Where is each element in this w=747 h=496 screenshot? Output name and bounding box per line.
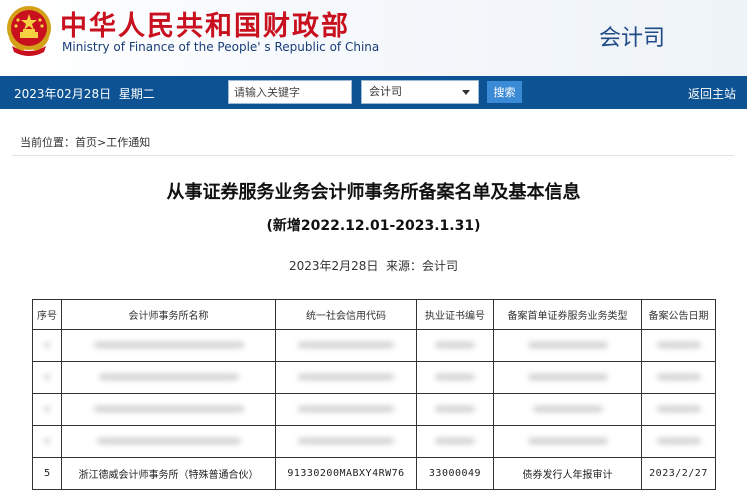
table-row-obscured: [32, 361, 716, 394]
article-title: 从事证券服务业务会计师事务所备案名单及基本信息: [166, 182, 581, 203]
obscured-cell: [641, 329, 716, 362]
search-button[interactable]: 搜索: [487, 81, 522, 103]
obscured-cell: [61, 361, 276, 394]
obscured-cell: [61, 425, 276, 458]
article-meta: 2023年2月28日 来源：会计司: [0, 257, 747, 274]
announcement-date: 2023/2/27: [641, 457, 716, 490]
date-text: 2023年02月28日: [14, 87, 112, 101]
weekday-text: 星期二: [118, 87, 155, 101]
site-title-en: Ministry of Finance of the People' s Rep…: [62, 40, 380, 54]
column-header: 备案公告日期: [641, 299, 716, 330]
top-nav-bar: 2023年02月28日 星期二 会计司 搜索 返回主站: [0, 76, 747, 109]
table-row-obscured: [32, 329, 716, 362]
column-header: 序号: [32, 299, 62, 330]
article-subtitle: (新增2022.12.01-2023.1.31): [266, 218, 481, 234]
back-to-main-site-link[interactable]: 返回主站: [688, 85, 736, 102]
table-row-obscured: [32, 425, 716, 458]
obscured-cell: [641, 393, 716, 426]
obscured-cell: [493, 393, 642, 426]
column-header: 执业证书编号: [416, 299, 494, 330]
obscured-cell: [493, 425, 642, 458]
obscured-cell: [275, 329, 417, 362]
obscured-cell: [275, 425, 417, 458]
table-row: 5 浙江德威会计师事务所（特殊普通合伙） 91330200MABXY4RW76 …: [32, 457, 716, 490]
site-header: 中华人民共和国财政部 Ministry of Finance of the Pe…: [0, 0, 747, 76]
breadcrumb-separator: >: [97, 136, 107, 149]
chevron-down-icon: [462, 90, 470, 95]
obscured-cell: [32, 329, 62, 362]
breadcrumb-prefix: 当前位置：: [20, 136, 75, 149]
obscured-cell: [61, 329, 276, 362]
obscured-cell: [641, 361, 716, 394]
column-header: 备案首单证券服务业务类型: [493, 299, 642, 330]
breadcrumb-current-link[interactable]: 工作通知: [106, 136, 150, 149]
site-title-cn: 中华人民共和国财政部: [60, 11, 350, 42]
obscured-cell: [416, 393, 494, 426]
obscured-cell: [275, 361, 417, 394]
obscured-cell: [61, 393, 276, 426]
obscured-cell: [32, 393, 62, 426]
table-header-row: 序号 会计师事务所名称 统一社会信用代码 执业证书编号 备案首单证券服务业务类型…: [32, 299, 716, 330]
service-type: 债券发行人年报审计: [493, 457, 642, 490]
search-input[interactable]: [228, 80, 352, 104]
article-date: 2023年2月28日: [288, 259, 379, 273]
obscured-cell: [416, 425, 494, 458]
column-header: 会计师事务所名称: [61, 299, 276, 330]
obscured-cell: [416, 329, 494, 362]
search-scope-value: 会计司: [369, 85, 402, 98]
article-source-label: 来源：: [386, 259, 423, 273]
obscured-cell: [493, 329, 642, 362]
column-header: 统一社会信用代码: [275, 299, 417, 330]
obscured-cell: [275, 393, 417, 426]
credit-code: 91330200MABXY4RW76: [275, 457, 417, 490]
search-scope-select[interactable]: 会计司: [361, 80, 479, 104]
row-index: 5: [32, 457, 62, 490]
national-emblem-icon: [7, 6, 51, 56]
article-source: 会计司: [422, 259, 459, 273]
obscured-cell: [493, 361, 642, 394]
license-number: 33000049: [416, 457, 494, 490]
obscured-cell: [416, 361, 494, 394]
firm-list-table: 序号 会计师事务所名称 统一社会信用代码 执业证书编号 备案首单证券服务业务类型…: [32, 299, 716, 490]
department-name: 会计司: [599, 26, 666, 51]
breadcrumb: 当前位置：首页>工作通知: [20, 134, 150, 150]
breadcrumb-home-link[interactable]: 首页: [75, 136, 97, 149]
current-date: 2023年02月28日 星期二: [14, 85, 155, 102]
table-row-obscured: [32, 393, 716, 426]
obscured-cell: [32, 425, 62, 458]
firm-name: 浙江德威会计师事务所（特殊普通合伙）: [61, 457, 276, 490]
obscured-cell: [641, 425, 716, 458]
breadcrumb-divider: [12, 155, 734, 156]
obscured-cell: [32, 361, 62, 394]
